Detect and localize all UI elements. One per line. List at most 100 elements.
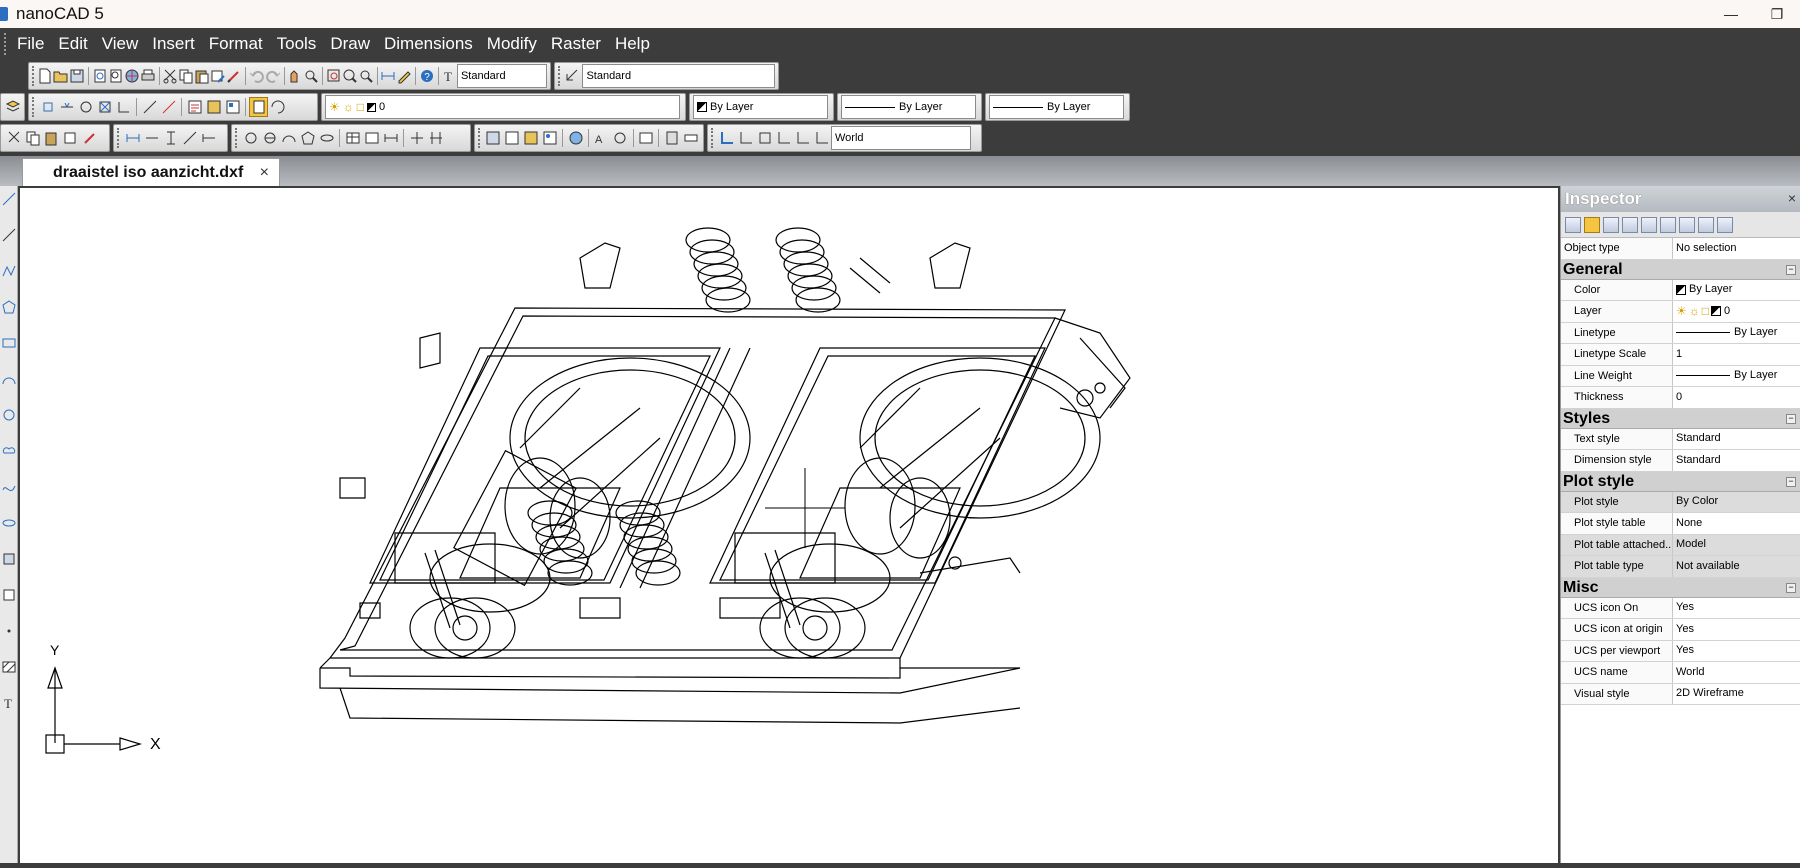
pan-icon[interactable]: [287, 66, 303, 86]
single-selection-icon[interactable]: [1584, 217, 1600, 233]
menu-tools[interactable]: Tools: [270, 28, 324, 60]
cut-icon[interactable]: [162, 66, 178, 86]
menu-view[interactable]: View: [95, 28, 146, 60]
aligned-dimension-icon[interactable]: [142, 128, 161, 148]
ucs-face-icon[interactable]: [774, 128, 793, 148]
property-row-plot-style-table[interactable]: Plot style table None: [1561, 513, 1800, 535]
menu-modify[interactable]: Modify: [480, 28, 544, 60]
menu-format[interactable]: Format: [202, 28, 270, 60]
ucs-view-icon[interactable]: [793, 128, 812, 148]
minimize-button[interactable]: —: [1708, 0, 1754, 28]
polyline-icon[interactable]: [2, 264, 16, 278]
zoom-extents-icon[interactable]: [342, 66, 358, 86]
insert-block-icon[interactable]: [2, 552, 16, 566]
construction-line-icon[interactable]: [2, 228, 16, 242]
property-row-text-style[interactable]: Text style Standard: [1561, 429, 1800, 451]
ucs-world-icon[interactable]: [736, 128, 755, 148]
section-general[interactable]: General −: [1561, 260, 1800, 280]
polygon-icon[interactable]: [2, 300, 16, 314]
view-mode-icon[interactable]: [1698, 217, 1714, 233]
close-tab-icon[interactable]: ×: [260, 164, 269, 182]
undo-icon[interactable]: [249, 66, 265, 86]
properties-icon[interactable]: [185, 97, 204, 117]
property-row-linetype[interactable]: Linetype By Layer: [1561, 323, 1800, 345]
help-icon[interactable]: ?: [419, 66, 435, 86]
ellipse-icon[interactable]: [317, 128, 336, 148]
menu-dimensions[interactable]: Dimensions: [377, 28, 480, 60]
stretch-icon[interactable]: [426, 128, 445, 148]
brush-icon[interactable]: [80, 128, 99, 148]
brush-icon[interactable]: [226, 66, 242, 86]
zoom-previous-icon[interactable]: [358, 66, 374, 86]
image-icon[interactable]: [540, 128, 559, 148]
spline-icon[interactable]: [2, 480, 16, 494]
select-objects-icon[interactable]: [1603, 217, 1619, 233]
calculator-icon[interactable]: [662, 128, 681, 148]
layers-manager-icon[interactable]: [4, 97, 21, 117]
toolbar-grip[interactable]: [32, 97, 35, 117]
point-icon[interactable]: [2, 624, 16, 638]
ucs-object-icon[interactable]: [755, 128, 774, 148]
document-tab[interactable]: draaistel iso aanzicht.dxf ×: [22, 158, 280, 186]
section-styles[interactable]: Styles −: [1561, 409, 1800, 429]
ellipse-icon[interactable]: [2, 516, 16, 530]
text-style-icon[interactable]: T: [441, 66, 457, 86]
property-row-plot-table-attached[interactable]: Plot table attached... Model: [1561, 535, 1800, 557]
snap-nearest-icon[interactable]: [159, 97, 178, 117]
toolbar-grip[interactable]: [32, 66, 34, 86]
zoom-window-icon[interactable]: [326, 66, 342, 86]
measure-icon[interactable]: [681, 128, 700, 148]
add-to-selection-icon[interactable]: [1565, 217, 1581, 233]
zoom-realtime-icon[interactable]: [303, 66, 319, 86]
collapse-icon[interactable]: −: [1786, 265, 1796, 275]
baseline-dimension-icon[interactable]: [199, 128, 218, 148]
open-file-icon[interactable]: [53, 66, 69, 86]
rectangle-icon[interactable]: [2, 336, 16, 350]
toolbar-grip[interactable]: [558, 66, 561, 86]
property-row-plot-style[interactable]: Plot style By Color: [1561, 492, 1800, 514]
menu-edit[interactable]: Edit: [51, 28, 94, 60]
collapse-icon[interactable]: −: [1786, 583, 1796, 593]
property-row-layer[interactable]: Layer ☀ ☼ □ 0: [1561, 301, 1800, 323]
toolbar-grip[interactable]: [235, 128, 238, 148]
match-properties-icon[interactable]: [210, 66, 226, 86]
ucs-select[interactable]: World: [831, 126, 971, 150]
print-icon[interactable]: [140, 66, 156, 86]
options-icon[interactable]: [1717, 217, 1733, 233]
toolbar-grip[interactable]: [711, 128, 714, 148]
block-icon[interactable]: [484, 128, 503, 148]
toolbar-grip[interactable]: [117, 128, 120, 148]
arc-icon[interactable]: [279, 128, 298, 148]
property-row-ucs-name[interactable]: UCS name World: [1561, 662, 1800, 684]
linear-dimension-icon[interactable]: [123, 128, 142, 148]
make-block-icon[interactable]: [2, 588, 16, 602]
text-style-select[interactable]: Standard: [457, 64, 547, 88]
color-select[interactable]: By Layer: [693, 95, 828, 119]
save-icon[interactable]: [69, 66, 85, 86]
dimension-style-select[interactable]: Standard: [582, 64, 775, 88]
collapse-icon[interactable]: −: [1786, 414, 1796, 424]
preview-icon[interactable]: [108, 66, 124, 86]
paste-icon[interactable]: [42, 128, 61, 148]
property-row-ucs-per-viewport[interactable]: UCS per viewport Yes: [1561, 641, 1800, 663]
property-row-thickness[interactable]: Thickness 0: [1561, 387, 1800, 409]
polygon-icon[interactable]: [298, 128, 317, 148]
menu-insert[interactable]: Insert: [145, 28, 202, 60]
ucs-icon[interactable]: [717, 128, 736, 148]
insert-block-icon[interactable]: [503, 128, 522, 148]
inspector-toggle-icon[interactable]: [249, 97, 268, 117]
region-icon[interactable]: [381, 128, 400, 148]
edit-text-icon[interactable]: [637, 128, 656, 148]
linetype-select[interactable]: By Layer: [841, 95, 976, 119]
move-icon[interactable]: [407, 128, 426, 148]
text-icon[interactable]: A: [592, 128, 611, 148]
menu-help[interactable]: Help: [608, 28, 657, 60]
object-type-row[interactable]: Object type No selection: [1561, 238, 1800, 260]
ucs-origin-icon[interactable]: [812, 128, 831, 148]
property-row-dimension-style[interactable]: Dimension style Standard: [1561, 450, 1800, 472]
copy-icon[interactable]: [178, 66, 194, 86]
match-properties-icon[interactable]: [61, 128, 80, 148]
menu-file[interactable]: File: [10, 28, 51, 60]
quick-select-icon[interactable]: [1622, 217, 1638, 233]
section-plot-style[interactable]: Plot style −: [1561, 472, 1800, 492]
